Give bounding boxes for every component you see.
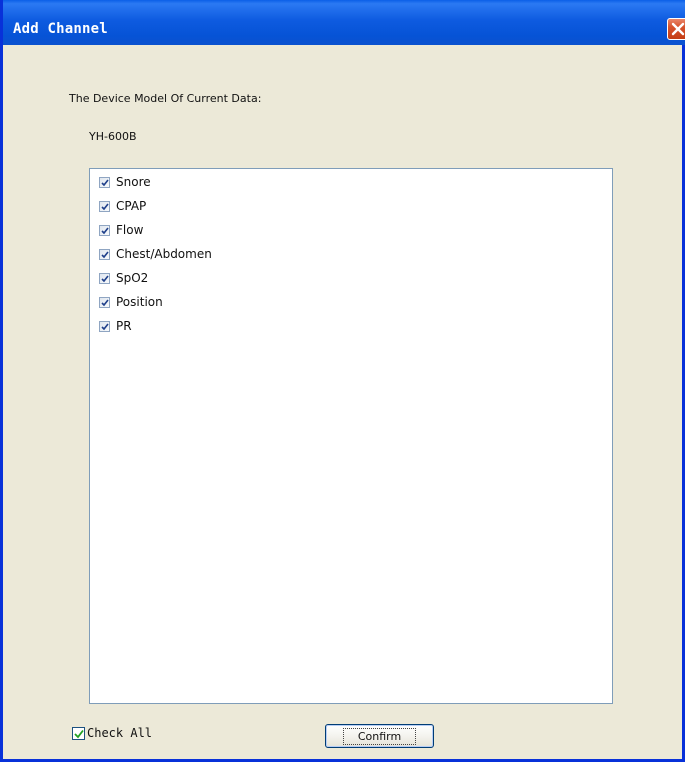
- checkmark-icon: [101, 251, 109, 258]
- device-model-value: YH-600B: [89, 130, 137, 143]
- checkmark-icon: [101, 203, 109, 210]
- channel-label: Position: [116, 295, 163, 309]
- channel-item-flow[interactable]: Flow: [99, 221, 143, 239]
- checkmark-icon: [101, 275, 109, 282]
- channel-item-snore[interactable]: Snore: [99, 173, 151, 191]
- channel-checkbox[interactable]: [99, 296, 110, 308]
- channel-checkbox[interactable]: [99, 272, 110, 284]
- checkmark-icon: [74, 729, 84, 738]
- channel-item-cpap[interactable]: CPAP: [99, 197, 146, 215]
- channel-label: Chest/Abdomen: [116, 247, 212, 261]
- check-all-toggle[interactable]: Check All: [72, 726, 152, 740]
- add-channel-dialog: Add Channel The Device Model Of Current …: [0, 0, 685, 762]
- checkmark-icon: [101, 299, 109, 306]
- channel-checkbox[interactable]: [99, 200, 110, 212]
- checkmark-icon: [101, 323, 109, 330]
- channel-item-chest-abdomen[interactable]: Chest/Abdomen: [99, 245, 212, 263]
- channel-checkbox[interactable]: [99, 224, 110, 236]
- checkmark-icon: [101, 179, 109, 186]
- dialog-title: Add Channel: [13, 21, 108, 37]
- channel-item-position[interactable]: Position: [99, 293, 163, 311]
- channel-label: Flow: [116, 223, 144, 237]
- channel-item-spo2[interactable]: SpO2: [99, 269, 148, 287]
- channel-label: SpO2: [116, 271, 149, 285]
- channel-label: Snore: [116, 175, 151, 189]
- title-bar[interactable]: Add Channel: [3, 0, 685, 45]
- device-model-label: The Device Model Of Current Data:: [69, 92, 262, 105]
- check-all-label: Check All: [87, 726, 153, 740]
- channel-label: PR: [116, 319, 132, 333]
- check-all-checkbox[interactable]: [72, 726, 85, 740]
- channel-label: CPAP: [116, 199, 147, 213]
- channel-checkbox[interactable]: [99, 320, 110, 332]
- channel-item-pr[interactable]: PR: [99, 317, 132, 335]
- confirm-button-label: Confirm: [342, 727, 417, 745]
- close-button[interactable]: [667, 18, 685, 40]
- channel-checkbox[interactable]: [99, 176, 110, 188]
- confirm-button[interactable]: Confirm: [325, 724, 434, 748]
- close-icon: [671, 22, 685, 36]
- channel-checkbox[interactable]: [99, 248, 110, 260]
- channel-list[interactable]: Snore CPAP Flow Chest/Abdomen SpO2 Posit…: [89, 168, 613, 704]
- checkmark-icon: [101, 227, 109, 234]
